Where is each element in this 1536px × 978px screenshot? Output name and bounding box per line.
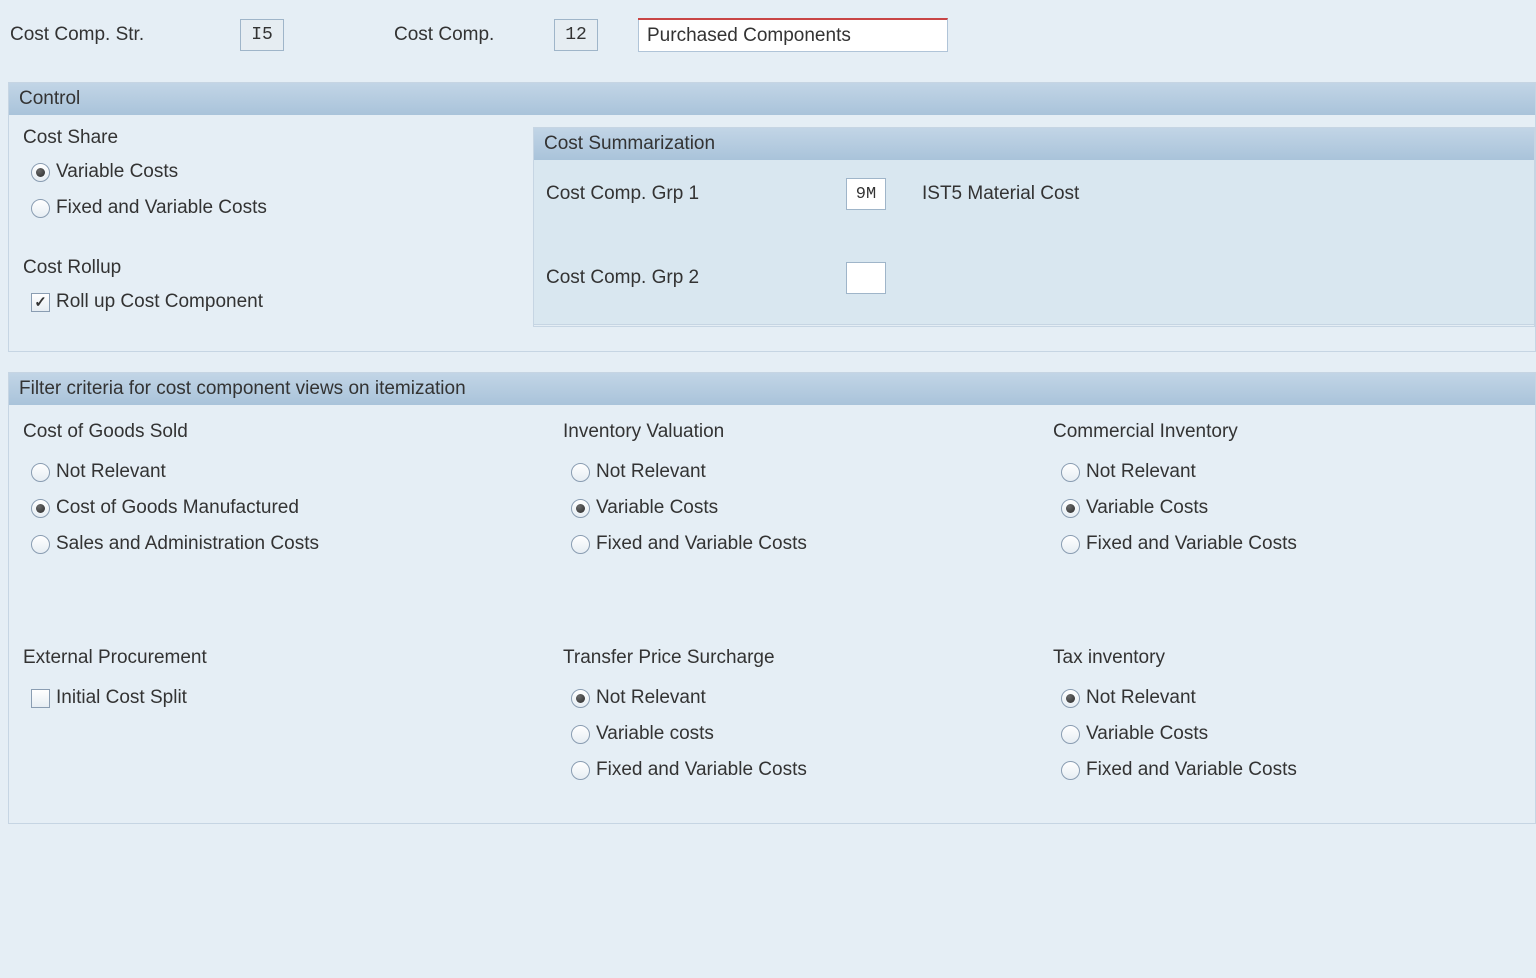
tps-option-not-relevant[interactable]: Not Relevant bbox=[571, 687, 1053, 709]
tps-option-variable[interactable]: Variable costs bbox=[571, 723, 1053, 745]
external-procurement-section: External Procurement Initial Cost Split bbox=[23, 647, 563, 795]
radio-label: Variable costs bbox=[596, 723, 714, 745]
radio-icon bbox=[571, 535, 590, 554]
radio-icon bbox=[571, 463, 590, 482]
radio-icon bbox=[1061, 535, 1080, 554]
inventory-valuation-label: Inventory Valuation bbox=[563, 421, 1053, 443]
cost-comp-label: Cost Comp. bbox=[394, 24, 554, 46]
commercial-inventory-section: Commercial Inventory Not Relevant Variab… bbox=[1053, 421, 1521, 569]
transfer-price-surcharge-section: Transfer Price Surcharge Not Relevant Va… bbox=[563, 647, 1053, 795]
radio-icon bbox=[571, 499, 590, 518]
cost-comp-str-label: Cost Comp. Str. bbox=[10, 24, 240, 46]
cost-rollup-label: Cost Rollup bbox=[23, 257, 533, 279]
radio-icon bbox=[571, 761, 590, 780]
cogs-option-not-relevant[interactable]: Not Relevant bbox=[31, 461, 563, 483]
checkbox-label: Roll up Cost Component bbox=[56, 291, 263, 313]
radio-label: Not Relevant bbox=[56, 461, 166, 483]
control-panel: Control Cost Share Variable Costs Fixed … bbox=[8, 82, 1536, 352]
inv-val-option-variable[interactable]: Variable Costs bbox=[571, 497, 1053, 519]
radio-icon bbox=[1061, 463, 1080, 482]
radio-label: Variable Costs bbox=[596, 497, 718, 519]
commercial-inventory-label: Commercial Inventory bbox=[1053, 421, 1521, 443]
comm-inv-option-variable[interactable]: Variable Costs bbox=[1061, 497, 1521, 519]
checkbox-icon bbox=[31, 689, 50, 708]
radio-label: Fixed and Variable Costs bbox=[596, 759, 807, 781]
cost-comp-field[interactable]: 12 bbox=[554, 19, 598, 51]
cogs-section: Cost of Goods Sold Not Relevant Cost of … bbox=[23, 421, 563, 569]
radio-icon bbox=[1061, 689, 1080, 708]
radio-label: Not Relevant bbox=[1086, 687, 1196, 709]
radio-icon bbox=[31, 499, 50, 518]
radio-label: Fixed and Variable Costs bbox=[1086, 533, 1297, 555]
checkbox-icon: ✓ bbox=[31, 293, 50, 312]
radio-icon bbox=[1061, 725, 1080, 744]
checkbox-label: Initial Cost Split bbox=[56, 687, 187, 709]
summ-grp1-label: Cost Comp. Grp 1 bbox=[546, 183, 846, 205]
tax-inventory-label: Tax inventory bbox=[1053, 647, 1521, 669]
radio-icon bbox=[31, 463, 50, 482]
radio-label: Not Relevant bbox=[596, 461, 706, 483]
summ-grp1-desc: IST5 Material Cost bbox=[922, 183, 1079, 205]
radio-label: Variable Costs bbox=[56, 161, 178, 183]
inv-val-option-not-relevant[interactable]: Not Relevant bbox=[571, 461, 1053, 483]
tax-inventory-section: Tax inventory Not Relevant Variable Cost… bbox=[1053, 647, 1521, 795]
tax-inv-option-not-relevant[interactable]: Not Relevant bbox=[1061, 687, 1521, 709]
radio-label: Fixed and Variable Costs bbox=[56, 197, 267, 219]
summ-grp2-field[interactable] bbox=[846, 262, 886, 294]
control-panel-title: Control bbox=[9, 83, 1535, 115]
cost-share-option-variable[interactable]: Variable Costs bbox=[31, 161, 533, 183]
inventory-valuation-section: Inventory Valuation Not Relevant Variabl… bbox=[563, 421, 1053, 569]
radio-label: Variable Costs bbox=[1086, 497, 1208, 519]
radio-icon bbox=[571, 725, 590, 744]
radio-label: Cost of Goods Manufactured bbox=[56, 497, 299, 519]
radio-label: Sales and Administration Costs bbox=[56, 533, 319, 555]
inv-val-option-fixed-variable[interactable]: Fixed and Variable Costs bbox=[571, 533, 1053, 555]
filter-panel-title: Filter criteria for cost component views… bbox=[9, 373, 1535, 405]
radio-icon bbox=[31, 535, 50, 554]
transfer-price-surcharge-label: Transfer Price Surcharge bbox=[563, 647, 1053, 669]
summ-grp2-label: Cost Comp. Grp 2 bbox=[546, 267, 846, 289]
radio-icon bbox=[31, 163, 50, 182]
summ-grp1-row: Cost Comp. Grp 1 9M IST5 Material Cost bbox=[546, 178, 1522, 210]
comm-inv-option-fixed-variable[interactable]: Fixed and Variable Costs bbox=[1061, 533, 1521, 555]
summ-grp2-row: Cost Comp. Grp 2 bbox=[546, 262, 1522, 294]
radio-label: Not Relevant bbox=[596, 687, 706, 709]
tax-inv-option-fixed-variable[interactable]: Fixed and Variable Costs bbox=[1061, 759, 1521, 781]
initial-cost-split-checkbox[interactable]: Initial Cost Split bbox=[31, 687, 563, 709]
tax-inv-option-variable[interactable]: Variable Costs bbox=[1061, 723, 1521, 745]
summ-grp1-field[interactable]: 9M bbox=[846, 178, 886, 210]
radio-icon bbox=[1061, 761, 1080, 780]
radio-icon bbox=[1061, 499, 1080, 518]
cogs-option-manufactured[interactable]: Cost of Goods Manufactured bbox=[31, 497, 563, 519]
cost-share-radio-group: Variable Costs Fixed and Variable Costs bbox=[31, 161, 533, 219]
radio-label: Fixed and Variable Costs bbox=[1086, 759, 1297, 781]
filter-panel: Filter criteria for cost component views… bbox=[8, 372, 1536, 824]
comm-inv-option-not-relevant[interactable]: Not Relevant bbox=[1061, 461, 1521, 483]
radio-icon bbox=[571, 689, 590, 708]
summarization-panel: Cost Summarization Cost Comp. Grp 1 9M I… bbox=[533, 127, 1535, 327]
cost-comp-name-field[interactable]: Purchased Components bbox=[638, 18, 948, 52]
rollup-checkbox[interactable]: ✓ Roll up Cost Component bbox=[31, 291, 533, 313]
radio-label: Fixed and Variable Costs bbox=[596, 533, 807, 555]
control-left-column: Cost Share Variable Costs Fixed and Vari… bbox=[23, 127, 533, 327]
cost-share-label: Cost Share bbox=[23, 127, 533, 149]
tps-option-fixed-variable[interactable]: Fixed and Variable Costs bbox=[571, 759, 1053, 781]
cogs-option-sales-admin[interactable]: Sales and Administration Costs bbox=[31, 533, 563, 555]
header-row: Cost Comp. Str. I5 Cost Comp. 12 Purchas… bbox=[0, 0, 1536, 62]
cost-share-option-fixed-variable[interactable]: Fixed and Variable Costs bbox=[31, 197, 533, 219]
summarization-title: Cost Summarization bbox=[534, 128, 1534, 160]
radio-label: Not Relevant bbox=[1086, 461, 1196, 483]
cogs-label: Cost of Goods Sold bbox=[23, 421, 563, 443]
external-procurement-label: External Procurement bbox=[23, 647, 563, 669]
radio-icon bbox=[31, 199, 50, 218]
radio-label: Variable Costs bbox=[1086, 723, 1208, 745]
cost-comp-str-field[interactable]: I5 bbox=[240, 19, 284, 51]
